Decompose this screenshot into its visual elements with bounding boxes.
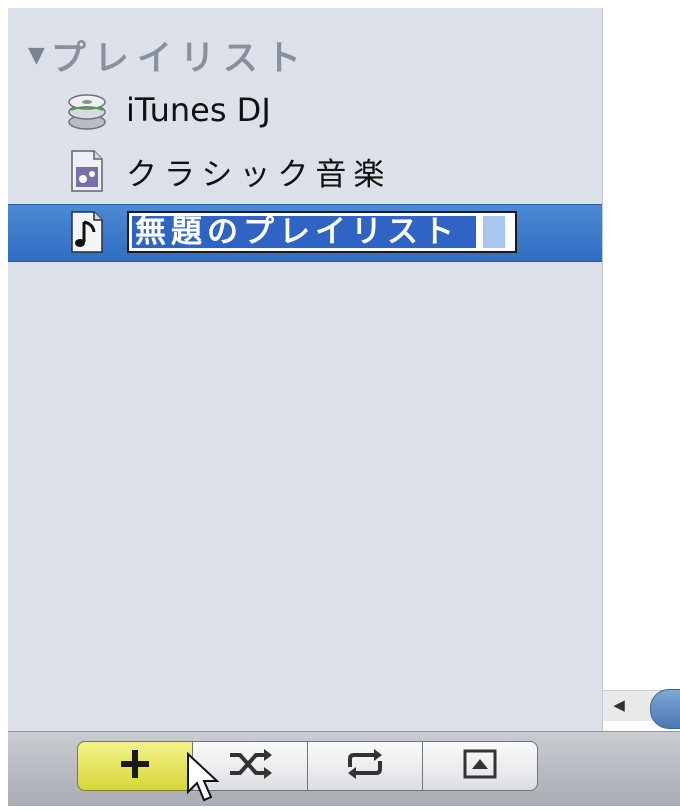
plus-icon	[117, 746, 153, 786]
itunes-dj-icon	[66, 88, 108, 132]
playlist-name-field[interactable]: 無題のプレイリスト	[127, 211, 517, 253]
text-selection-tail	[483, 216, 505, 248]
sidebar-item-label: iTunes DJ	[126, 91, 271, 129]
repeat-button[interactable]	[307, 741, 423, 791]
sidebar-item-untitled-playlist[interactable]: 無題のプレイリスト	[8, 204, 602, 262]
toolbar-button-group	[77, 741, 547, 793]
sidebar-item-label: クラシック音楽	[126, 156, 392, 193]
repeat-icon	[342, 747, 388, 785]
itunes-window: ◀ ▼ プレイリスト iTunes DJ クラシック音楽 無題のプレイリスト	[0, 0, 680, 806]
scroll-left-arrow-icon[interactable]: ◀	[612, 696, 626, 714]
scrollbar-thumb[interactable]	[650, 689, 680, 729]
shuffle-icon	[226, 747, 274, 785]
sidebar-item-classical-music[interactable]: クラシック音楽	[8, 145, 602, 197]
smart-playlist-icon	[66, 149, 108, 193]
show-artwork-button[interactable]	[422, 741, 538, 791]
sidebar-item-itunes-dj[interactable]: iTunes DJ	[8, 84, 602, 136]
playlist-note-icon	[66, 210, 108, 254]
section-header-label: プレイリスト	[50, 38, 309, 79]
playlist-name-text[interactable]: 無題のプレイリスト	[135, 213, 459, 251]
playlists-section-header[interactable]: ▼ プレイリスト	[28, 30, 408, 80]
main-content-pane	[603, 8, 680, 731]
disclosure-triangle-icon[interactable]: ▼	[28, 43, 45, 68]
artwork-icon	[462, 748, 498, 784]
add-playlist-button[interactable]	[77, 741, 193, 791]
mouse-cursor-icon	[186, 751, 226, 806]
